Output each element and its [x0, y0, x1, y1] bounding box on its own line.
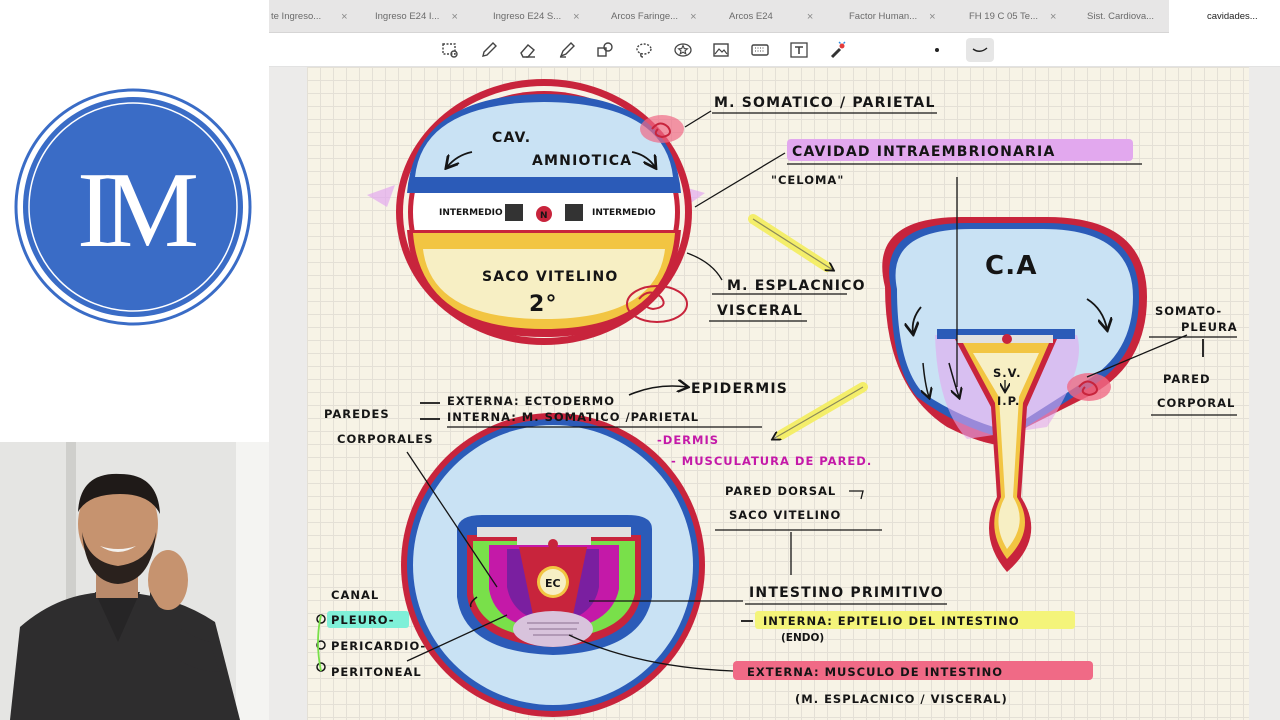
im-logo: IM [14, 88, 252, 326]
tab-close-icon[interactable]: × [573, 11, 579, 23]
lasso-select-icon[interactable] [438, 38, 462, 62]
tab-close-icon[interactable]: × [807, 11, 813, 23]
label-m-esplacnico: M. ESPLACNICO [727, 278, 866, 294]
lasso-icon[interactable] [632, 38, 656, 62]
tab-active[interactable]: cavidades... [1169, 0, 1280, 33]
tab-close-icon[interactable]: × [341, 11, 347, 23]
keyboard-icon[interactable] [748, 38, 772, 62]
tab-label: Arcos E24 [729, 11, 773, 22]
label-interna-epitelio: INTERNA: EPITELIO DEL INTESTINO [763, 614, 1020, 628]
tab-close-icon[interactable]: × [1050, 11, 1056, 23]
label-intermedio-left: INTERMEDIO [439, 208, 503, 218]
page-margin-left [269, 67, 307, 720]
label-m-esplacnico-visceral: (M. ESPLACNICO / VISCERAL) [795, 692, 1008, 706]
label-m-somatico: M. SOMATICO / PARIETAL [714, 95, 936, 111]
label-corporales: CORPORALES [337, 432, 434, 446]
label-pared: PARED [1163, 372, 1211, 386]
page-margin-right [1249, 67, 1280, 720]
label-cavidad-intraembrionaria: CAVIDAD INTRAEMBRIONARIA [792, 144, 1055, 160]
pen-icon[interactable] [477, 38, 501, 62]
label-intermedio-right: INTERMEDIO [592, 208, 656, 218]
label-saco-vitelino-2: SACO VITELINO [729, 508, 841, 522]
label-ca: C.A [985, 251, 1038, 281]
label-n: N [540, 211, 548, 221]
label-pleuro: PLEURO- [331, 613, 395, 627]
star-icon[interactable] [671, 38, 695, 62]
note-canvas[interactable]: CAV. AMNIOTICA INTERMEDIO INTERMEDIO N S… [307, 67, 1249, 720]
label-pericardio: PERICARDIO- [331, 639, 426, 653]
tab-close-icon[interactable]: × [451, 11, 457, 23]
tab-label: cavidades... [1207, 11, 1258, 22]
tab[interactable]: FH 19 C 05 Te... × [969, 0, 1087, 33]
text-icon[interactable] [787, 38, 811, 62]
tab-bar: te Ingreso... × Ingreso E24 I... × Ingre… [269, 0, 1280, 33]
tab[interactable]: te Ingreso... × [269, 0, 381, 33]
label-ec: EC [545, 577, 561, 590]
label-epidermis: EPIDERMIS [691, 381, 788, 397]
label-sv: S.V. [993, 366, 1021, 380]
label-corporal: CORPORAL [1157, 396, 1235, 410]
tab-label: FH 19 C 05 Te... [969, 11, 1038, 22]
handwritten-notes: CAV. AMNIOTICA INTERMEDIO INTERMEDIO N S… [316, 79, 1237, 717]
logo-text: IM [77, 151, 196, 270]
label-pared-dorsal: PARED DORSAL [725, 484, 836, 498]
label-paredes: PAREDES [324, 407, 390, 421]
highlighter-icon[interactable] [555, 38, 579, 62]
left-panel: IM [0, 0, 269, 720]
label-celoma: "CELOMA" [771, 173, 844, 187]
tab-label: Factor Human... [849, 11, 918, 22]
eraser-icon[interactable] [516, 38, 540, 62]
toolbar [269, 33, 1280, 67]
label-cav: CAV. [492, 130, 531, 146]
label-interna-somatico: INTERNA: M. SOMATICO /PARIETAL [447, 410, 699, 424]
tab[interactable]: Factor Human... × [849, 0, 967, 33]
dot-icon[interactable] [925, 38, 949, 62]
webcam-presenter [0, 442, 269, 720]
label-ip: I.P. [997, 394, 1020, 408]
image-icon[interactable] [709, 38, 733, 62]
label-2nd: 2° [529, 292, 558, 317]
tab[interactable]: Ingreso E24 I... × [375, 0, 493, 33]
label-musculatura: - MUSCULATURA DE PARED. [671, 454, 872, 468]
tab-close-icon[interactable]: × [929, 11, 935, 23]
tab-label: te Ingreso... [271, 11, 322, 22]
label-dermis: -DERMIS [657, 433, 719, 447]
label-amniotica: AMNIOTICA [532, 153, 632, 169]
label-intestino-primitivo: INTESTINO PRIMITIVO [749, 585, 944, 601]
label-peritoneal: PERITONEAL [331, 665, 422, 679]
label-externa-ectodermo: EXTERNA: ECTODERMO [447, 394, 615, 408]
shapes-icon[interactable] [593, 38, 617, 62]
tab[interactable]: Arcos E24 × [729, 0, 847, 33]
embryo-cross-section-top: CAV. AMNIOTICA INTERMEDIO INTERMEDIO N S… [367, 79, 705, 345]
label-visceral: VISCERAL [717, 303, 803, 319]
tab-close-icon[interactable]: × [690, 11, 696, 23]
label-canal: CANAL [331, 588, 379, 602]
embryo-folding-diagram: C.A S.V. I.P. SOMATO- PLEURA PARED CORPO… [882, 177, 1237, 572]
laser-pointer-icon[interactable] [826, 38, 850, 62]
tab[interactable]: Arcos Faringe... × [611, 0, 729, 33]
tab-label: Ingreso E24 S... [493, 11, 562, 22]
embryo-cross-section-bottom: EC [401, 413, 705, 717]
tab[interactable]: Ingreso E24 S... × [493, 0, 611, 33]
notes-app: te Ingreso... × Ingreso E24 I... × Ingre… [269, 0, 1280, 720]
tab-label: Arcos Faringe... [611, 11, 679, 22]
label-externa-musculo: EXTERNA: MUSCULO DE INTESTINO [747, 665, 1003, 679]
tab-label: Ingreso E24 I... [375, 11, 440, 22]
tab-label: Sist. Cardiova... [1087, 11, 1155, 22]
curve-icon[interactable] [966, 38, 994, 62]
label-somato: SOMATO- [1155, 304, 1222, 318]
label-saco-vitelino: SACO VITELINO [482, 269, 618, 285]
label-pleura: PLEURA [1181, 320, 1238, 334]
label-endo: (ENDO) [781, 632, 824, 644]
